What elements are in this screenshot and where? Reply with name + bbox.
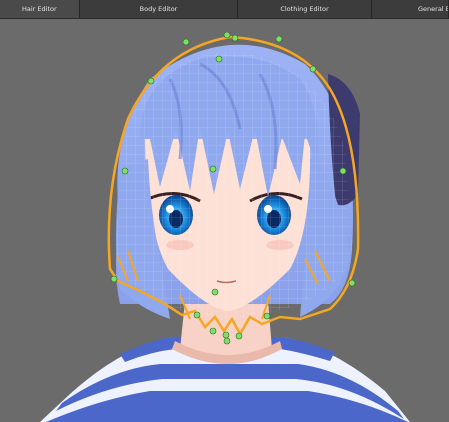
tab-hair-editor[interactable]: Hair Editor — [0, 0, 80, 18]
editor-tab-bar: Hair Editor Body Editor Clothing Editor … — [0, 0, 449, 19]
control-point[interactable] — [215, 55, 223, 63]
control-point[interactable] — [235, 332, 243, 340]
control-point[interactable] — [182, 38, 190, 46]
control-point[interactable] — [209, 327, 217, 335]
control-point[interactable] — [223, 337, 231, 345]
tab-clothing-editor[interactable]: Clothing Editor — [238, 0, 372, 18]
control-point[interactable] — [348, 279, 356, 287]
tab-body-editor[interactable]: Body Editor — [80, 0, 238, 18]
control-point[interactable] — [209, 165, 217, 173]
control-point[interactable] — [263, 312, 271, 320]
control-point[interactable] — [223, 31, 231, 39]
control-point[interactable] — [222, 331, 230, 339]
control-point[interactable] — [339, 167, 347, 175]
control-point[interactable] — [147, 77, 155, 85]
control-point[interactable] — [193, 311, 201, 319]
3d-viewport[interactable] — [0, 19, 449, 422]
control-point[interactable] — [231, 34, 239, 42]
tab-general-editor[interactable]: General Edit — [372, 0, 449, 18]
control-point[interactable] — [211, 288, 219, 296]
avatar-preview[interactable] — [0, 19, 449, 422]
control-point[interactable] — [309, 65, 317, 73]
control-point[interactable] — [121, 167, 129, 175]
control-point[interactable] — [110, 275, 118, 283]
control-point[interactable] — [275, 35, 283, 43]
